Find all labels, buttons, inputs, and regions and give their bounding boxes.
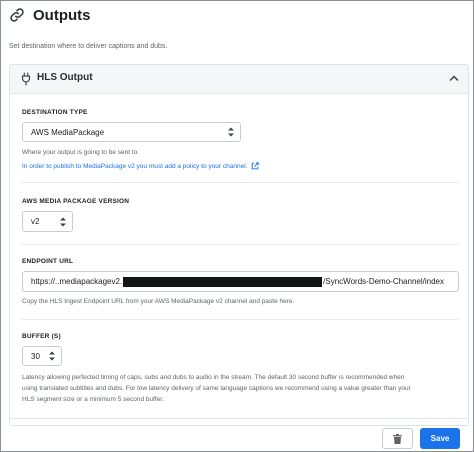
media-package-version-select[interactable]: v2 bbox=[22, 211, 73, 232]
destination-type-help: Where your output is going to be sent to… bbox=[22, 149, 140, 156]
trash-icon bbox=[393, 433, 402, 444]
hls-output-panel: HLS Output DESTINATION TYPE AWS MediaPac… bbox=[9, 64, 469, 426]
select-arrows-icon bbox=[49, 351, 55, 361]
policy-link-text[interactable]: In order to publish to MediaPackage v2 y… bbox=[22, 163, 247, 170]
select-arrows-icon bbox=[228, 127, 234, 137]
outputs-window: Outputs Set destination where to deliver… bbox=[0, 0, 474, 452]
media-package-version-label: AWS MEDIA PACKAGE VERSION bbox=[22, 198, 130, 205]
buffer-help-line-3: HLS segment size or a minimum 5 second b… bbox=[22, 396, 164, 403]
panel-header[interactable]: HLS Output bbox=[10, 65, 468, 94]
buffer-label: BUFFER (S) bbox=[22, 333, 61, 340]
divider bbox=[22, 319, 458, 320]
external-link-icon bbox=[252, 162, 260, 170]
divider bbox=[22, 182, 458, 183]
link-icon bbox=[10, 8, 24, 22]
policy-link[interactable]: In order to publish to MediaPackage v2 y… bbox=[22, 162, 260, 170]
destination-type-label: DESTINATION TYPE bbox=[22, 109, 88, 116]
endpoint-url-input[interactable]: https://..mediapackagev2. /SyncWords-Demo… bbox=[22, 271, 459, 292]
destination-type-select[interactable]: AWS MediaPackage bbox=[22, 122, 241, 142]
delete-button[interactable] bbox=[382, 428, 413, 449]
endpoint-url-end: /SyncWords-Demo-Channel/index bbox=[323, 277, 444, 286]
buffer-help-line-2: using translated subtitles and dubs. For… bbox=[22, 385, 411, 392]
chevron-up-icon[interactable] bbox=[449, 74, 459, 82]
footer-divider bbox=[9, 418, 469, 419]
buffer-help-line-1: Latency allowing perfected timing of cap… bbox=[22, 374, 405, 381]
panel-title: HLS Output bbox=[37, 72, 93, 83]
endpoint-url-start: https://..mediapackagev2. bbox=[31, 277, 123, 286]
save-button[interactable]: Save bbox=[420, 428, 460, 449]
destination-type-value: AWS MediaPackage bbox=[31, 127, 105, 137]
page-subtitle: Set destination where to deliver caption… bbox=[9, 43, 168, 50]
redacted-block bbox=[123, 276, 323, 287]
plug-icon bbox=[21, 72, 31, 86]
divider bbox=[22, 244, 458, 245]
page-title: Outputs bbox=[33, 6, 91, 24]
endpoint-url-label: ENDPOINT URL bbox=[22, 258, 74, 265]
endpoint-url-help: Copy the HLS Ingest Endpoint URL from yo… bbox=[22, 298, 295, 305]
buffer-select[interactable]: 30 bbox=[22, 346, 62, 366]
buffer-value: 30 bbox=[31, 351, 40, 361]
page-header: Outputs bbox=[9, 5, 91, 25]
select-arrows-icon bbox=[60, 217, 66, 226]
media-package-version-value: v2 bbox=[31, 217, 40, 226]
